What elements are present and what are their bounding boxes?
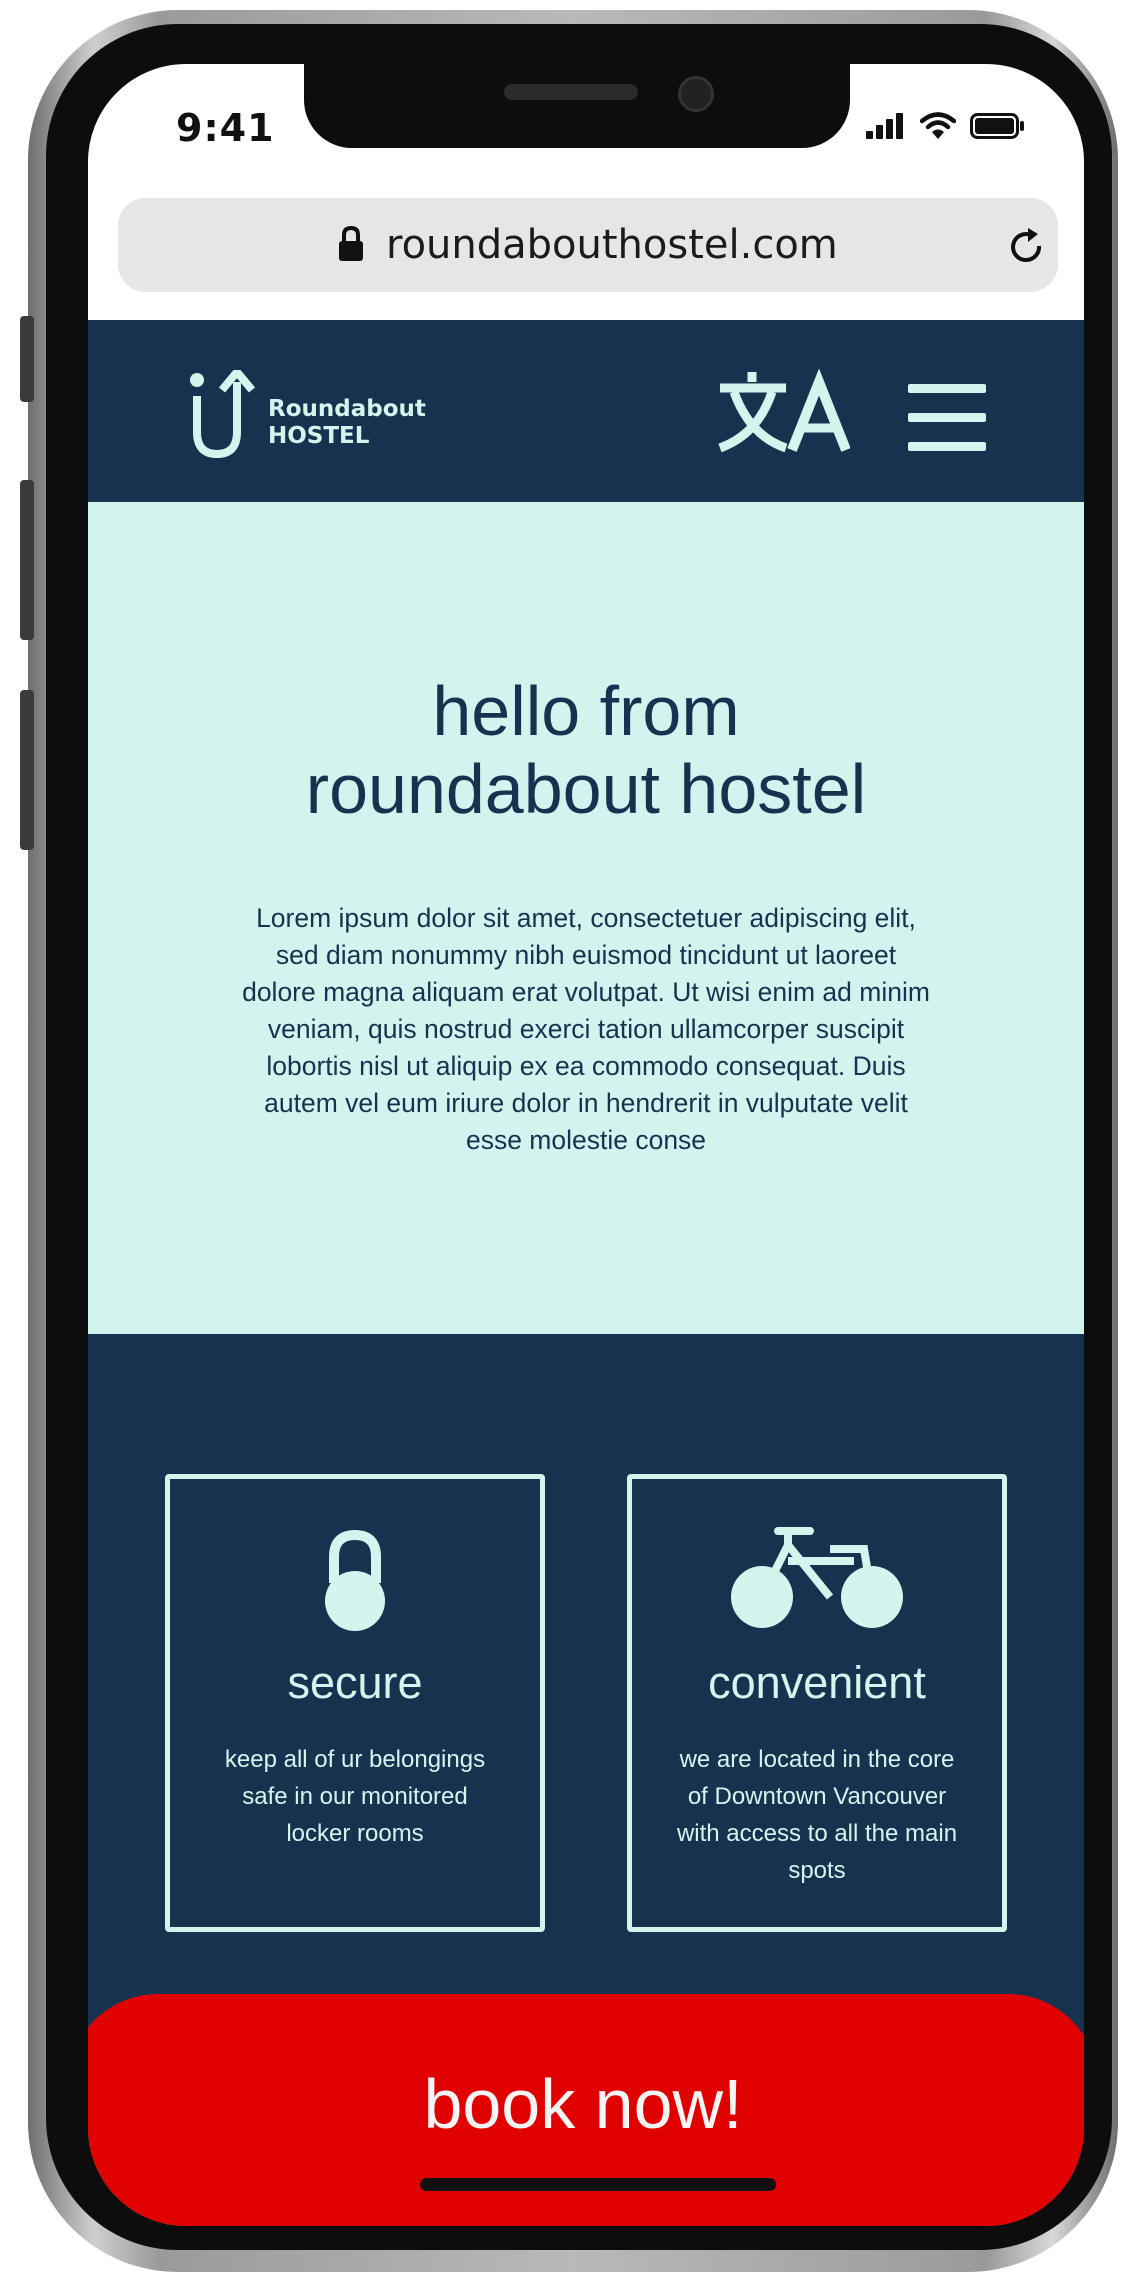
speaker-grille — [504, 84, 638, 100]
hero-section: hello from roundabout hostel Lorem ipsum… — [88, 502, 1084, 1334]
site-logo[interactable]: Roundabout HOSTEL — [188, 370, 448, 460]
bicycle-icon — [632, 1523, 1002, 1629]
url-text[interactable]: roundabouthostel.com — [386, 222, 838, 268]
feature-card-secure: secure keep all of ur belongings safe in… — [165, 1474, 545, 1932]
logo-line2: HOSTEL — [268, 423, 370, 449]
logo-u-arrow-icon — [190, 370, 256, 459]
feature-desc: keep all of ur belongings safe in our mo… — [224, 1746, 486, 1847]
feature-title: convenient — [708, 1657, 926, 1708]
hero-title-line2: roundabout hostel — [305, 750, 867, 828]
side-button-volume-down — [20, 690, 34, 850]
feature-title: secure — [287, 1657, 423, 1708]
hamburger-menu-icon[interactable] — [908, 380, 986, 456]
notch — [304, 64, 850, 148]
phone-screen: 9:41 roundabouthostel.com Roundabout HOS… — [88, 64, 1084, 2226]
reload-icon[interactable] — [1006, 226, 1048, 272]
book-now-label[interactable]: book now! — [88, 2064, 1084, 2144]
translate-icon[interactable] — [716, 368, 851, 458]
hero-title: hello from roundabout hostel — [88, 672, 1084, 828]
signal-icon — [866, 113, 903, 139]
status-time: 9:41 — [176, 106, 275, 150]
status-icons — [866, 112, 1026, 140]
feature-desc: we are located in the core of Downtown V… — [676, 1746, 958, 1884]
url-bar[interactable]: roundabouthostel.com — [118, 198, 1058, 292]
side-button-silent — [20, 316, 34, 402]
wifi-icon — [920, 112, 956, 139]
logo-line1: Roundabout — [268, 396, 426, 422]
logo-text: Roundabout HOSTEL — [268, 396, 426, 450]
site-header: Roundabout HOSTEL — [88, 320, 1084, 502]
front-camera — [678, 76, 714, 112]
home-indicator[interactable] — [420, 2178, 776, 2191]
secure-lock-icon — [336, 224, 366, 268]
side-button-volume-up — [20, 480, 34, 640]
feature-card-convenient: convenient we are located in the core of… — [627, 1474, 1007, 1932]
book-now-button[interactable]: book now! — [88, 1994, 1084, 2226]
battery-icon — [970, 113, 1024, 139]
hero-title-line1: hello from — [432, 672, 740, 750]
hero-body-text: Lorem ipsum dolor sit amet, consectetuer… — [242, 903, 930, 1155]
lock-icon — [170, 1529, 540, 1633]
